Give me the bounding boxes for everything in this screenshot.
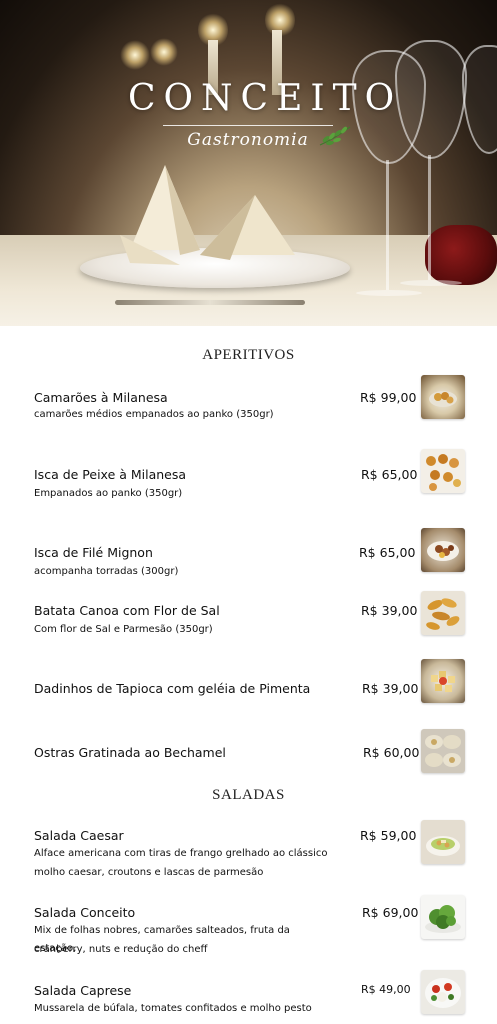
potato-wedges-photo: [421, 591, 465, 635]
item-name: Batata Canoa com Flor de Sal: [34, 603, 220, 618]
item-description: camarões médios empanados ao panko (350g…: [34, 409, 274, 420]
item-name: Camarões à Milanesa: [34, 390, 168, 405]
section-title-saladas: SALADAS: [212, 787, 285, 803]
item-price: R$ 49,00: [361, 983, 411, 996]
fried-shrimp-photo: [421, 375, 465, 419]
folded-napkin: [120, 165, 295, 265]
glass-base: [356, 290, 422, 296]
item-description: Empanados ao panko (350gr): [34, 488, 183, 499]
item-name: Salada Conceito: [34, 905, 136, 920]
caesar-salad-photo: [421, 820, 465, 864]
item-description: acompanha torradas (300gr): [34, 566, 179, 577]
item-description-line: Alface americana com tiras de frango gre…: [34, 848, 328, 859]
item-price: R$ 39,00: [361, 603, 418, 618]
item-name: Salada Caesar: [34, 828, 124, 843]
item-description-line: cranberry, nuts e redução do cheff: [34, 944, 208, 955]
item-name: Isca de Filé Mignon: [34, 545, 153, 560]
roses-decoration: [425, 225, 497, 285]
item-price: R$ 65,00: [359, 545, 416, 560]
section-title-aperitivos: APERITIVOS: [202, 347, 295, 363]
item-name: Dadinhos de Tapioca com geléia de Piment…: [34, 681, 311, 696]
brand-title: CONCEITO: [128, 78, 403, 119]
item-name: Isca de Peixe à Milanesa: [34, 467, 187, 482]
candle-glow: [150, 38, 178, 66]
green-salad-photo: [421, 895, 465, 939]
item-description-line: molho caesar, croutons e lascas de parme…: [34, 867, 264, 878]
beef-strips-photo: [421, 528, 465, 572]
brand-divider: [163, 125, 333, 126]
fried-fish-photo: [421, 449, 465, 493]
item-price: R$ 39,00: [362, 681, 419, 696]
glass-stem: [428, 155, 431, 280]
item-description: Com flor de Sal e Parmesão (350gr): [34, 624, 213, 635]
cutlery: [115, 300, 305, 305]
item-price: R$ 59,00: [360, 828, 417, 843]
candle-glow: [120, 40, 150, 70]
tapioca-cubes-photo: [421, 659, 465, 703]
item-name: Ostras Gratinada ao Bechamel: [34, 745, 226, 760]
item-name: Salada Caprese: [34, 983, 132, 998]
item-price: R$ 60,00: [363, 745, 420, 760]
item-description-line: Mussarela de búfala, tomates confitados …: [34, 1003, 312, 1014]
item-price: R$ 99,00: [360, 390, 417, 405]
caprese-salad-photo: [421, 970, 465, 1014]
glass-stem: [386, 160, 389, 290]
gratin-oysters-photo: [421, 729, 465, 773]
glass-base: [400, 280, 462, 286]
leaf-icon: [319, 126, 351, 146]
hero-banner: CONCEITO Gastronomia: [0, 0, 497, 326]
item-price: R$ 69,00: [362, 905, 419, 920]
wine-glass: [462, 45, 497, 154]
item-price: R$ 65,00: [361, 467, 418, 482]
